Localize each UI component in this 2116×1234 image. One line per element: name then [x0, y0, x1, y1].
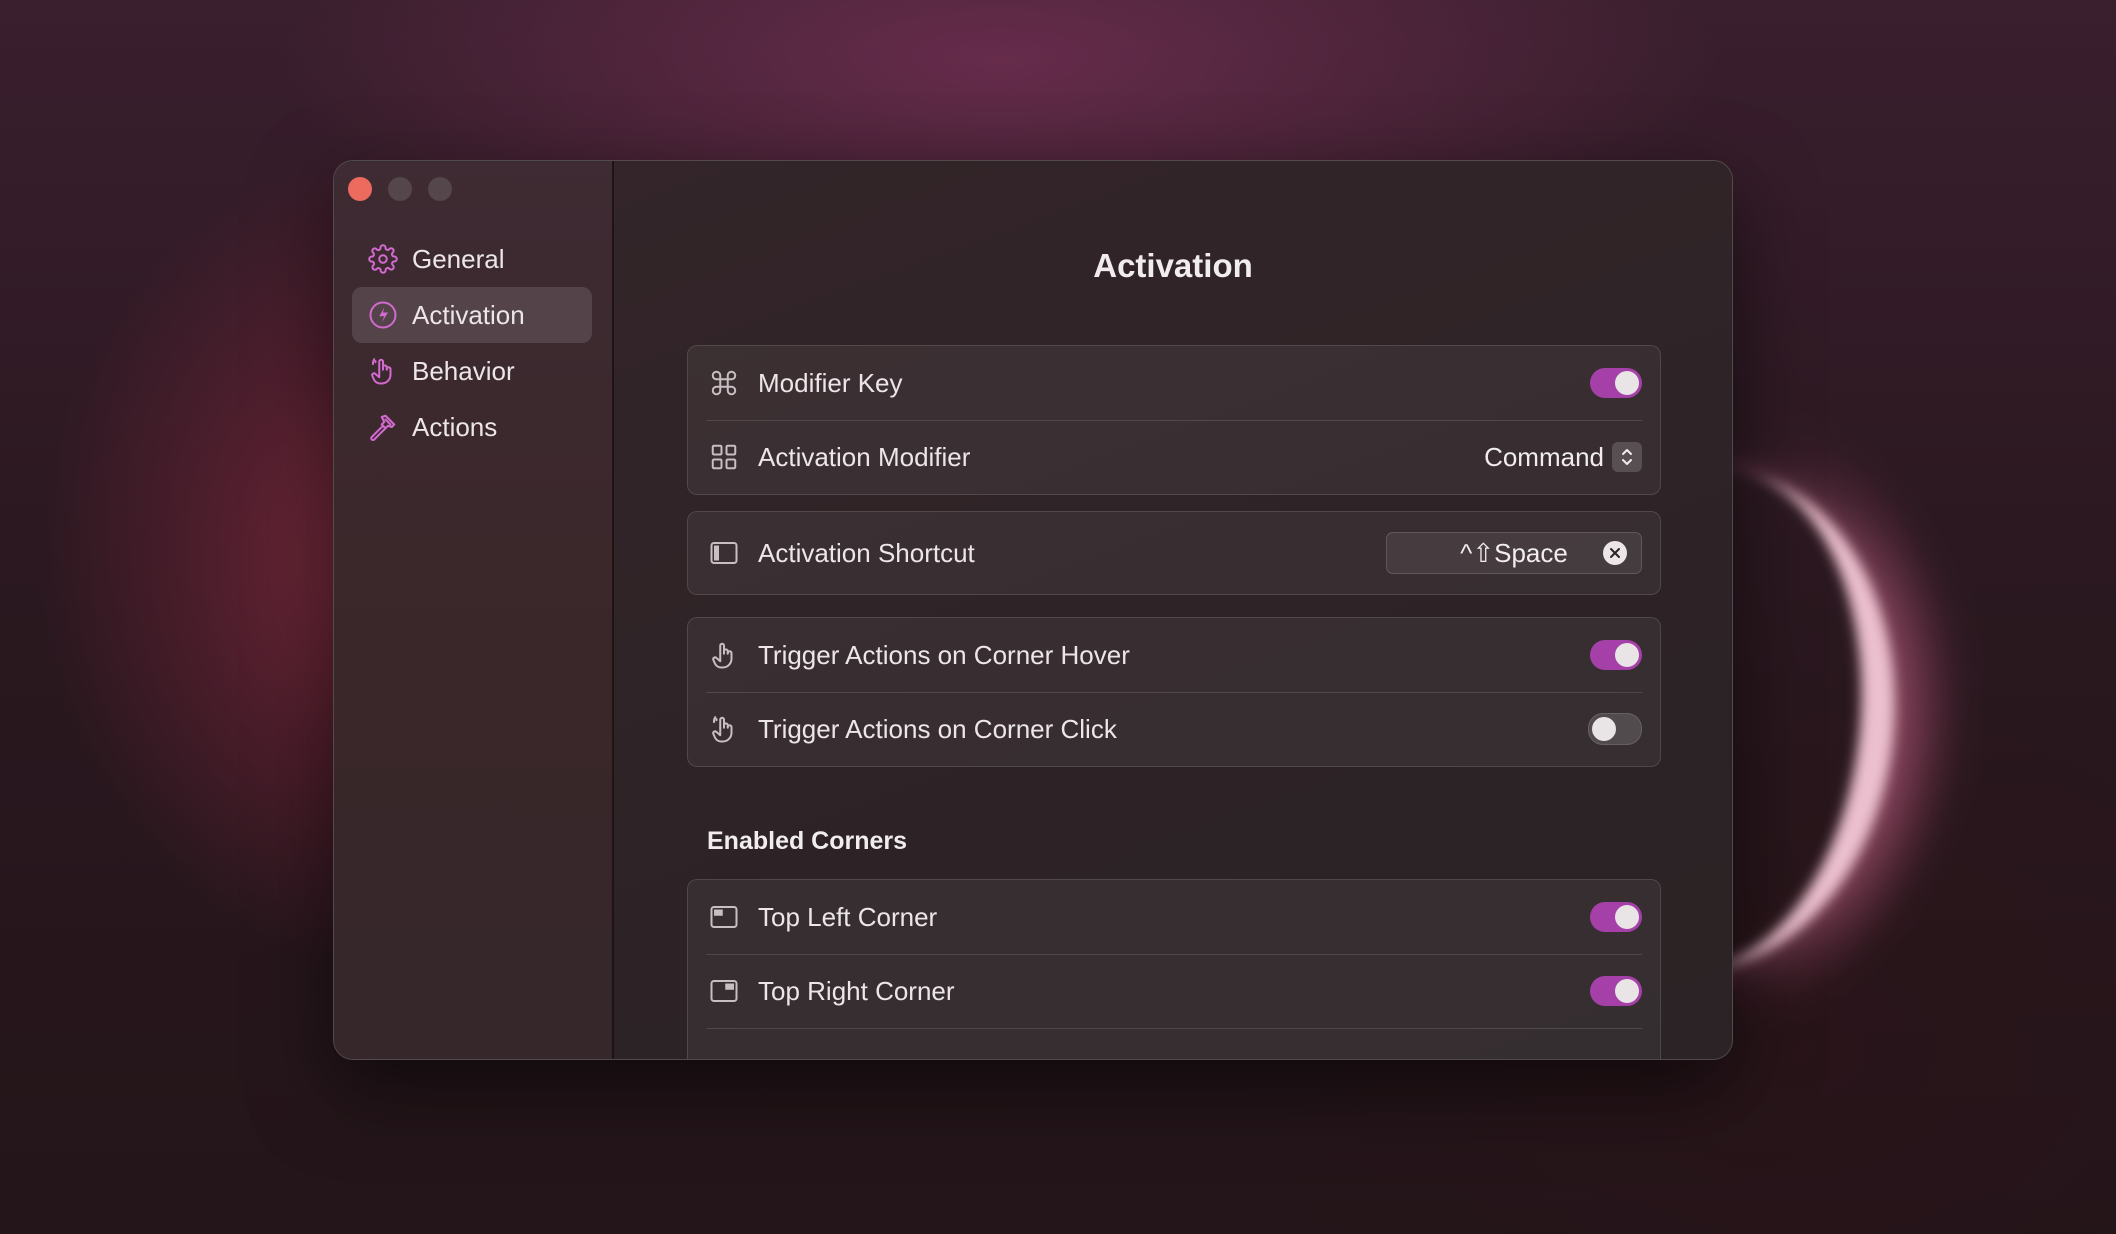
modifier-group: Modifier Key Activation Modifier Command: [687, 345, 1661, 495]
clear-shortcut-icon[interactable]: [1603, 541, 1627, 565]
modifier-key-toggle[interactable]: [1590, 368, 1642, 398]
corners-group: Top Left Corner Top Right Corner: [687, 879, 1661, 1059]
list-item: [688, 1028, 1660, 1058]
toggle-knob: [1592, 717, 1616, 741]
activation-modifier-value: Command: [1484, 441, 1604, 472]
gear-icon: [368, 244, 398, 274]
trigger-group: Trigger Actions on Corner Hover Trigger …: [687, 617, 1661, 767]
top-left-corner-row: Top Left Corner: [688, 880, 1660, 954]
sidebar-nav: General Activation Behavior Actions: [352, 231, 592, 455]
top-left-corner-toggle[interactable]: [1590, 902, 1642, 932]
top-left-corner-icon: [708, 901, 740, 933]
corner-click-label: Trigger Actions on Corner Click: [758, 713, 1117, 744]
chevron-up-down-icon: [1612, 442, 1642, 472]
close-button[interactable]: [348, 177, 372, 201]
activation-modifier-row: Activation Modifier Command: [688, 420, 1660, 494]
toggle-knob: [1615, 643, 1639, 667]
sidebar-item-label: Behavior: [412, 355, 515, 386]
shortcut-value: ^⇧Space: [1460, 537, 1568, 568]
sidebar-item-actions[interactable]: Actions: [352, 399, 592, 455]
bolt-icon: [368, 300, 398, 330]
minimize-button[interactable]: [388, 177, 412, 201]
modifier-key-row: Modifier Key: [688, 346, 1660, 420]
corner-hover-toggle[interactable]: [1590, 640, 1642, 670]
corner-hover-row: Trigger Actions on Corner Hover: [688, 618, 1660, 692]
activation-modifier-select[interactable]: Command: [1484, 442, 1642, 473]
corner-click-toggle[interactable]: [1588, 713, 1642, 745]
hammer-icon: [368, 412, 398, 442]
traffic-lights: [348, 177, 452, 201]
top-right-corner-icon: [708, 975, 740, 1007]
page-title: Activation: [1093, 247, 1253, 284]
command-icon: [708, 367, 740, 399]
top-right-corner-row: Top Right Corner: [688, 954, 1660, 1028]
sidebar-item-general[interactable]: General: [352, 231, 592, 287]
modifier-key-label: Modifier Key: [758, 367, 903, 398]
top-right-corner-label: Top Right Corner: [758, 975, 955, 1006]
section-title-enabled-corners: Enabled Corners: [707, 827, 908, 855]
activation-shortcut-label: Activation Shortcut: [758, 537, 975, 568]
toggle-knob: [1615, 905, 1639, 929]
toggle-knob: [1615, 371, 1639, 395]
settings-window: General Activation Behavior Actions Acti…: [333, 160, 1733, 1060]
corner-hover-label: Trigger Actions on Corner Hover: [758, 639, 1130, 670]
sidebar-item-behavior[interactable]: Behavior: [352, 343, 592, 399]
top-left-corner-label: Top Left Corner: [758, 901, 938, 932]
toggle-knob: [1615, 979, 1639, 1003]
corner-click-row: Trigger Actions on Corner Click: [688, 692, 1660, 766]
grid-icon: [708, 441, 740, 473]
activation-modifier-label: Activation Modifier: [758, 441, 971, 472]
shortcut-group: Activation Shortcut ^⇧Space: [687, 511, 1661, 595]
hand-tap-icon: [708, 713, 740, 745]
main-panel: Activation Modifier Key Activation Modif…: [614, 161, 1732, 1059]
maximize-button[interactable]: [428, 177, 452, 201]
shortcut-recorder[interactable]: ^⇧Space: [1386, 532, 1642, 574]
hand-pointer-icon: [368, 356, 398, 386]
sidebar-item-label: Actions: [412, 411, 498, 442]
sidebar-item-label: General: [412, 243, 505, 274]
activation-shortcut-row: Activation Shortcut ^⇧Space: [688, 512, 1660, 594]
hand-icon: [708, 639, 740, 671]
sidebar-window-icon: [708, 537, 740, 569]
top-right-corner-toggle[interactable]: [1590, 976, 1642, 1006]
sidebar-item-label: Activation: [412, 299, 525, 330]
sidebar: General Activation Behavior Actions: [334, 161, 614, 1059]
sidebar-item-activation[interactable]: Activation: [352, 287, 592, 343]
